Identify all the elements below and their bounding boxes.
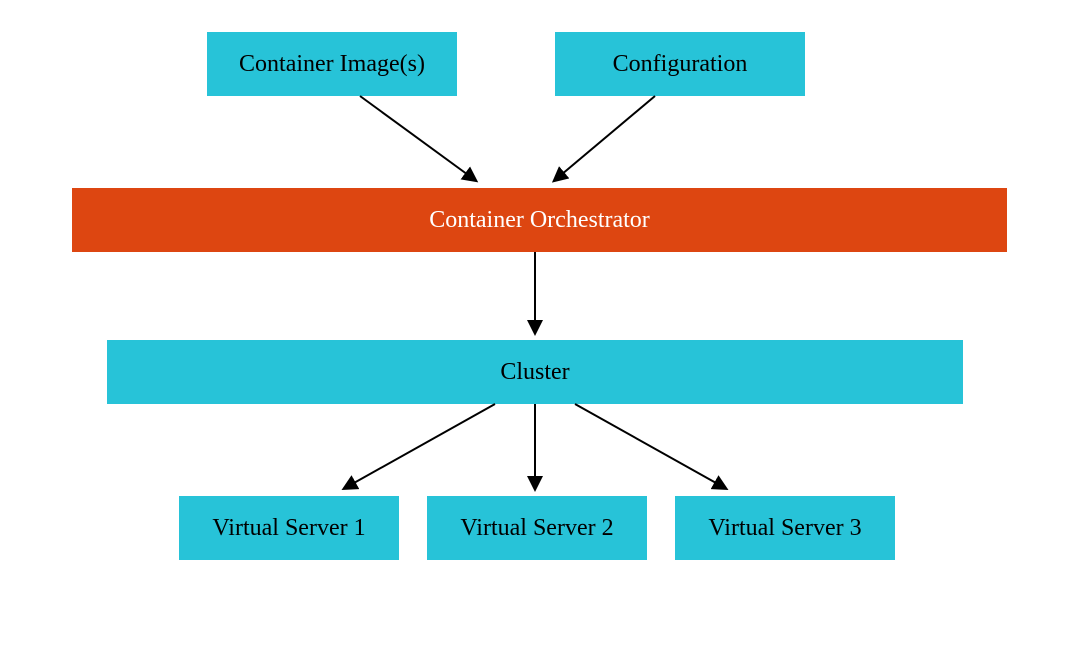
node-virtual-server-2: Virtual Server 2 xyxy=(427,496,647,560)
node-label: Container Image(s) xyxy=(239,51,425,78)
node-container-images: Container Image(s) xyxy=(207,32,457,96)
node-virtual-server-1: Virtual Server 1 xyxy=(179,496,399,560)
node-label: Configuration xyxy=(613,51,748,78)
node-container-orchestrator: Container Orchestrator xyxy=(72,188,1007,252)
node-label: Virtual Server 1 xyxy=(212,515,365,542)
arrow-cluster-to-vs3 xyxy=(575,404,725,488)
node-configuration: Configuration xyxy=(555,32,805,96)
arrow-images-to-orchestrator xyxy=(360,96,475,180)
node-cluster: Cluster xyxy=(107,340,963,404)
node-label: Virtual Server 3 xyxy=(708,515,861,542)
arrow-cluster-to-vs1 xyxy=(345,404,495,488)
node-label: Virtual Server 2 xyxy=(460,515,613,542)
node-virtual-server-3: Virtual Server 3 xyxy=(675,496,895,560)
node-label: Container Orchestrator xyxy=(429,207,650,234)
arrow-configuration-to-orchestrator xyxy=(555,96,655,180)
node-label: Cluster xyxy=(500,359,569,386)
diagram-arrows xyxy=(0,0,1078,668)
